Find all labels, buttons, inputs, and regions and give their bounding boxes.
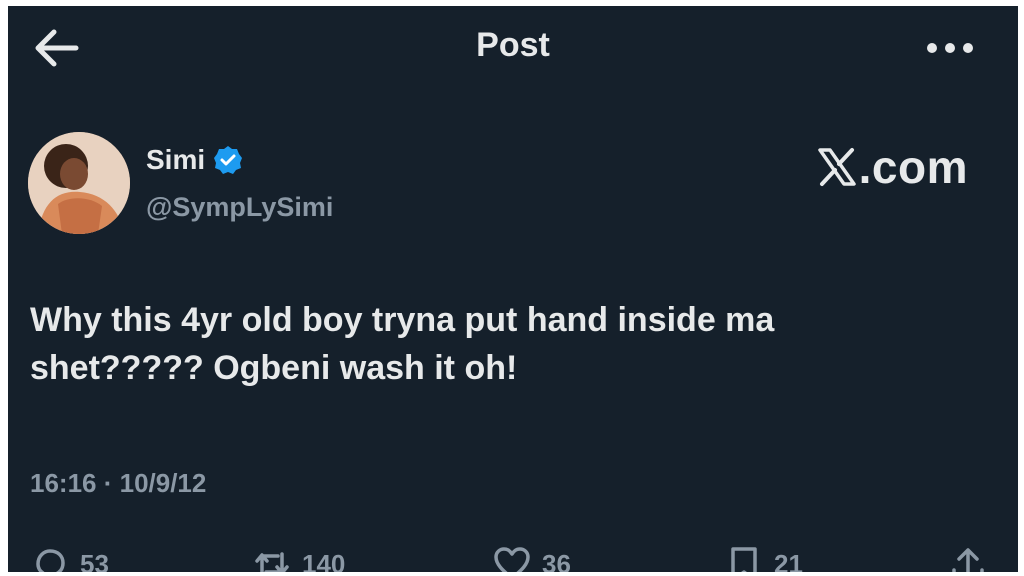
page-title: Post bbox=[476, 26, 550, 64]
display-name[interactable]: Simi bbox=[146, 144, 243, 176]
post-timestamp[interactable]: 16:16 · 10/9/12 bbox=[30, 468, 206, 499]
like-button[interactable]: 36 bbox=[492, 544, 571, 572]
display-name-text: Simi bbox=[146, 144, 206, 175]
avatar[interactable] bbox=[28, 132, 130, 234]
heart-icon bbox=[494, 547, 530, 572]
author-block: Simi @SympLySimi bbox=[28, 132, 628, 242]
action-bar: 53 140 36 21 bbox=[8, 536, 1018, 572]
repost-icon bbox=[255, 552, 289, 572]
bookmark-button[interactable]: 21 bbox=[724, 544, 803, 572]
watermark-text: .com bbox=[858, 141, 968, 193]
avatar-image bbox=[28, 132, 130, 234]
repost-button[interactable]: 140 bbox=[252, 544, 345, 572]
more-dots-icon bbox=[927, 43, 973, 53]
user-handle[interactable]: @SympLySimi bbox=[146, 192, 333, 223]
reply-count: 53 bbox=[80, 548, 109, 573]
top-bar: Post bbox=[8, 6, 1018, 88]
verified-badge-icon bbox=[214, 146, 243, 174]
reply-button[interactable]: 53 bbox=[30, 544, 109, 572]
x-com-watermark: .com bbox=[817, 140, 968, 194]
like-count: 36 bbox=[542, 548, 571, 573]
repost-count: 140 bbox=[302, 548, 346, 573]
post-screen: Post Simi @SympLySimi .com Why this 4yr … bbox=[8, 6, 1018, 572]
share-button[interactable] bbox=[948, 544, 998, 572]
bookmark-icon bbox=[731, 547, 757, 572]
post-text-line-1: Why this 4yr old boy tryna put hand insi… bbox=[30, 301, 775, 339]
post-text-line-2: shet????? Ogbeni wash it oh! bbox=[30, 349, 518, 387]
share-icon bbox=[952, 548, 984, 572]
post-text: Why this 4yr old boy tryna put hand insi… bbox=[30, 296, 970, 392]
bookmark-count: 21 bbox=[774, 548, 803, 573]
more-options-button[interactable] bbox=[922, 36, 978, 60]
x-logo-icon bbox=[817, 148, 856, 186]
reply-icon bbox=[36, 549, 65, 572]
